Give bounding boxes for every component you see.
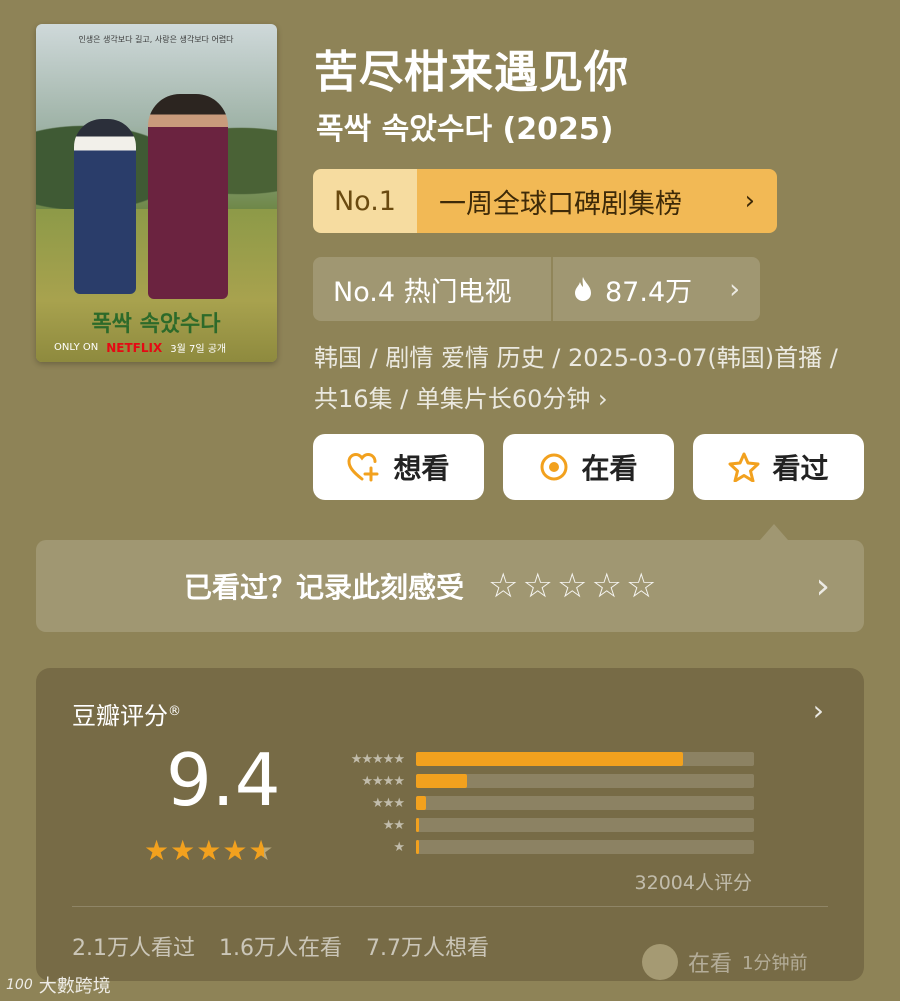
poster-tagline: 인생은 생각보다 길고, 사랑은 생각보다 어렵다 xyxy=(78,35,234,44)
distribution-label: ★★ xyxy=(382,817,405,833)
distribution-row: ★★★ xyxy=(320,792,756,814)
want-to-watch-button[interactable]: 想看 xyxy=(313,434,484,500)
distribution-label: ★★★ xyxy=(372,795,405,811)
rating-distribution: ★★★★★ ★★★★ ★★★ ★★ ★ xyxy=(320,748,756,858)
distribution-fill xyxy=(416,840,419,854)
want-count[interactable]: 7.7万人想看 xyxy=(366,930,489,962)
chevron-right-icon: › xyxy=(815,565,830,607)
distribution-fill xyxy=(416,752,684,766)
rating-score: 9.4 xyxy=(166,738,281,822)
distribution-track xyxy=(416,774,754,788)
poster-figure-man xyxy=(148,94,228,299)
hot-tv-rank[interactable]: No.4 热门电视 87.4万 › xyxy=(313,257,760,321)
page-title: 苦尽柑来遇见你 xyxy=(314,47,629,98)
distribution-fill xyxy=(416,796,427,810)
star-half-icon: ★ xyxy=(248,834,275,867)
record-feeling-bar[interactable]: 已看过？记录此刻感受 ☆☆☆☆☆ › xyxy=(36,540,864,632)
watched-count[interactable]: 2.1万人看过 xyxy=(72,930,195,962)
target-icon xyxy=(540,453,568,481)
distribution-fill xyxy=(416,818,419,832)
want-label: 想看 xyxy=(393,452,450,485)
douban-rating-card[interactable]: 豆瓣评分® › 9.4 ★★★★★ ★★★★★ ★★★★ ★★★ ★★ ★ 32… xyxy=(36,668,864,981)
rank-number: No.1 xyxy=(313,169,417,233)
hot-value: 87.4万 xyxy=(605,276,693,308)
rank-label-container: 一周全球口碑剧集榜 › xyxy=(417,169,777,233)
avatar xyxy=(642,944,678,980)
poster-date: 3월 7일 공개 xyxy=(170,344,227,355)
global-rank-badge[interactable]: No.1 一周全球口碑剧集榜 › xyxy=(313,169,777,233)
distribution-label: ★★★★★ xyxy=(350,751,405,767)
chevron-right-icon: › xyxy=(744,186,755,216)
heart-plus-icon xyxy=(347,452,379,482)
hot-value-container: 87.4万 › xyxy=(553,270,760,309)
poster-image[interactable]: 인생은 생각보다 길고, 사랑은 생각보다 어렵다 폭싹 속았수다 ONLY O… xyxy=(36,24,277,362)
star-filled-icon: ★ xyxy=(196,834,223,867)
distribution-row: ★ xyxy=(320,836,756,858)
distribution-label: ★ xyxy=(393,839,405,855)
netflix-logo: NETFLIX xyxy=(106,340,163,355)
star-filled-icon: ★ xyxy=(170,834,197,867)
distribution-row: ★★★★★ xyxy=(320,748,756,770)
watermark-text: 大數跨境 xyxy=(38,976,111,997)
poster-figure-woman xyxy=(74,119,136,294)
watching-count[interactable]: 1.6万人在看 xyxy=(219,930,342,962)
distribution-label: ★★★★ xyxy=(361,773,405,789)
registered-mark: ® xyxy=(168,704,181,719)
popover-notch xyxy=(760,524,788,540)
watched-button[interactable]: 看过 xyxy=(693,434,864,500)
chevron-right-icon[interactable]: › xyxy=(813,694,824,727)
rating-stars: ★★★★★ xyxy=(144,834,275,867)
original-title: 폭싹 속았수다 (2025) xyxy=(316,112,614,147)
poster-footer: ONLY ON NETFLIX 3월 7일 공개 xyxy=(54,340,264,356)
divider xyxy=(72,906,828,907)
star-icon xyxy=(728,452,760,482)
poster-only-on: ONLY ON xyxy=(54,342,99,353)
hot-tv-label: No.4 热门电视 xyxy=(333,276,512,308)
distribution-track xyxy=(416,818,754,832)
mini-status-time: 1分钟前 xyxy=(742,953,808,974)
watermark-logo: 100 xyxy=(6,977,33,993)
distribution-row: ★★ xyxy=(320,814,756,836)
rating-source-label: 豆瓣评分 xyxy=(72,702,168,730)
watching-button[interactable]: 在看 xyxy=(503,434,674,500)
rating-count: 32004人评分 xyxy=(634,872,752,894)
distribution-track xyxy=(416,752,754,766)
audience-stats: 2.1万人看过 1.6万人在看 7.7万人想看 xyxy=(72,930,489,962)
star-filled-icon: ★ xyxy=(144,834,171,867)
distribution-track xyxy=(416,796,754,810)
watermark: 100 大數跨境 xyxy=(6,972,111,998)
poster-title: 폭싹 속았수다 xyxy=(91,311,221,337)
distribution-fill xyxy=(416,774,467,788)
watched-label: 看过 xyxy=(772,452,829,485)
record-prompt: 已看过？记录此刻感受 xyxy=(184,571,465,604)
mini-status-label: 在看 xyxy=(688,952,733,977)
mini-status-overlay: 在看 1分钟前 xyxy=(642,944,807,980)
chevron-right-icon: › xyxy=(729,273,740,305)
show-meta-info[interactable]: 韩国 / 剧情 爱情 历史 / 2025-03-07(韩国)首播 / 共16集 … xyxy=(314,338,854,420)
distribution-row: ★★★★ xyxy=(320,770,756,792)
rating-source: 豆瓣评分® xyxy=(72,696,181,731)
rank-label: 一周全球口碑剧集榜 xyxy=(439,188,682,220)
star-filled-icon: ★ xyxy=(222,834,249,867)
flame-icon xyxy=(575,277,591,301)
watching-label: 在看 xyxy=(581,452,638,485)
distribution-track xyxy=(416,840,754,854)
empty-stars-rating[interactable]: ☆☆☆☆☆ xyxy=(488,566,660,606)
